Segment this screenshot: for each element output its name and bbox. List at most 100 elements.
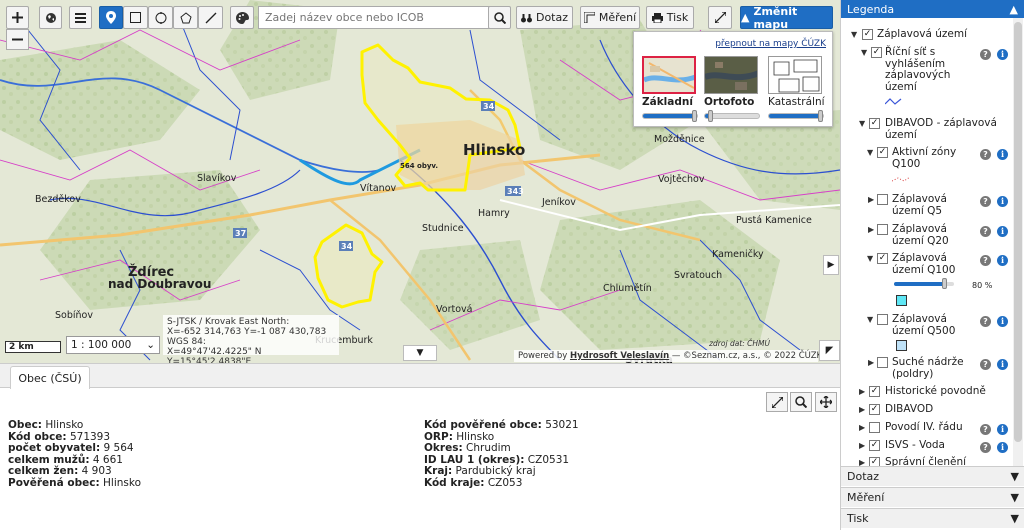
point-tool-button[interactable] (99, 6, 123, 29)
info-icon[interactable]: i (997, 442, 1008, 453)
checkbox-dibavod[interactable]: ✓ (869, 404, 880, 415)
zoom-out-button[interactable] (6, 29, 29, 50)
blue-line-legend-icon (885, 98, 902, 105)
search-button[interactable] (488, 6, 511, 29)
fullscreen-button[interactable] (708, 6, 732, 29)
info-icon[interactable]: i (997, 359, 1008, 370)
zoom-in-button[interactable] (6, 6, 29, 29)
checkbox-isvs-voda[interactable]: ✓ (869, 440, 880, 451)
info-left-column: Obec: Hlinsko Kód obce: 571393 počet obyva… (8, 419, 141, 489)
checkbox-q100[interactable]: ✓ (877, 253, 888, 264)
legend-header[interactable]: Legenda ▲ (841, 0, 1024, 18)
checkbox-zaplavova-uzemi[interactable]: ✓ (862, 29, 873, 40)
help-icon[interactable]: ? (980, 255, 991, 266)
help-icon[interactable]: ? (980, 49, 991, 60)
info-key: Pověřená obec: (8, 476, 100, 489)
basemap-zakladni-thumb[interactable] (642, 56, 696, 94)
section-dotaz[interactable]: Dotaz ▼ (841, 466, 1024, 486)
help-icon[interactable]: ? (980, 442, 991, 453)
info-icon[interactable]: i (997, 149, 1008, 160)
basemap-katastralni-thumb[interactable] (768, 56, 822, 94)
info-icon[interactable]: i (997, 255, 1008, 266)
basemap-ortofoto-thumb[interactable] (704, 56, 758, 94)
checkbox-suche-nadrze[interactable] (877, 357, 888, 368)
checkbox-q20[interactable] (877, 224, 888, 235)
section-tisk[interactable]: Tisk ▼ (841, 508, 1024, 528)
tisk-button[interactable]: Tisk (646, 6, 694, 29)
checkbox-aktivni-zony[interactable]: ✓ (877, 147, 888, 158)
info-icon[interactable]: i (997, 196, 1008, 207)
info-right-column: Kód pověřené obce: 53021 ORP: Hlinsko Okre… (424, 419, 579, 489)
checkbox-q500[interactable] (877, 314, 888, 325)
info-key: Kraj: (424, 465, 453, 477)
help-icon[interactable]: ? (980, 149, 991, 160)
checkbox-ricni-sit[interactable]: ✓ (871, 47, 882, 58)
checkbox-spravni-cleneni[interactable]: ✓ (869, 457, 880, 466)
caret-right-icon[interactable]: ▶ (868, 358, 874, 367)
caret-right-icon[interactable]: ▶ (859, 441, 865, 450)
sidebar-toggle[interactable]: ▶ (823, 255, 839, 275)
caret-right-icon[interactable]: ▶ (868, 195, 874, 204)
caret-down-icon[interactable]: ▼ (859, 119, 865, 128)
circle-tool-button[interactable] (148, 6, 173, 29)
mereni-label: Měření (598, 11, 637, 24)
cuzk-switch-link[interactable]: přepnout na mapy ČÚZK (715, 39, 826, 49)
dotaz-button[interactable]: Dotaz (516, 6, 573, 29)
caret-down-icon[interactable]: ▼ (867, 315, 873, 324)
scale-select[interactable]: 1 : 100 000 ⌄ (66, 336, 160, 354)
map-canvas[interactable]: Hlinsko Ždírec nad Doubravou Slavíkov Ví… (0, 0, 840, 363)
help-icon[interactable]: ? (980, 226, 991, 237)
slider-knob[interactable] (942, 278, 947, 289)
ortofoto-opacity-slider[interactable] (704, 110, 760, 122)
menu-button[interactable] (69, 6, 92, 29)
bottom-panel-toggle[interactable]: ▼ (403, 345, 437, 361)
info-icon[interactable]: i (997, 226, 1008, 237)
checkbox-historicke-povodne[interactable]: ✓ (869, 386, 880, 397)
rectangle-tool-button[interactable] (123, 6, 148, 29)
svg-text:343: 343 (507, 187, 524, 196)
help-icon[interactable]: ? (980, 359, 991, 370)
circle-icon (155, 11, 166, 24)
caret-right-icon[interactable]: ▶ (859, 423, 865, 432)
legend-item-label: Aktivní zóny Q100 (892, 146, 957, 170)
caret-right-icon[interactable]: ▶ (868, 225, 874, 234)
polygon-tool-button[interactable] (173, 6, 198, 29)
checkbox-povodi-iv[interactable] (869, 422, 880, 433)
zoom-to-feature-button[interactable] (790, 392, 812, 412)
scrollbar-thumb[interactable] (1014, 22, 1022, 442)
legend-scrollbar[interactable] (1013, 18, 1023, 466)
info-icon[interactable]: i (997, 424, 1008, 435)
caret-down-icon[interactable]: ▼ (867, 148, 873, 157)
caret-right-icon[interactable]: ▶ (859, 458, 865, 466)
zakladni-opacity-slider[interactable] (642, 110, 698, 122)
panel-expand-button[interactable] (766, 392, 788, 412)
caret-down-icon[interactable]: ▼ (867, 254, 873, 263)
info-icon[interactable]: i (997, 49, 1008, 60)
caret-down-icon[interactable]: ▼ (861, 48, 867, 57)
svg-text:Vortová: Vortová (436, 304, 472, 315)
caret-down-icon: ▼ (1010, 470, 1019, 483)
tab-obec-csu[interactable]: Obec (ČSÚ) (10, 366, 90, 389)
globe-button[interactable] (39, 6, 62, 29)
checkbox-q5[interactable] (877, 194, 888, 205)
layers-button[interactable] (230, 6, 254, 29)
corner-arrow-icon: ◤ (825, 345, 834, 356)
caret-right-icon[interactable]: ▶ (859, 387, 865, 396)
help-icon[interactable]: ? (980, 316, 991, 327)
pan-to-feature-button[interactable] (815, 392, 837, 412)
section-mereni[interactable]: Měření ▼ (841, 487, 1024, 507)
line-tool-button[interactable] (198, 6, 223, 29)
info-icon[interactable]: i (997, 316, 1008, 327)
search-input[interactable] (258, 6, 490, 29)
resize-corner[interactable]: ◤ (819, 340, 840, 361)
help-icon[interactable]: ? (980, 424, 991, 435)
help-icon[interactable]: ? (980, 196, 991, 207)
legend-title: Legenda (847, 2, 895, 16)
katastralni-opacity-slider[interactable] (768, 110, 824, 122)
caret-down-icon[interactable]: ▼ (851, 30, 857, 39)
change-map-button[interactable]: ▲ Změnit mapu (740, 5, 833, 31)
checkbox-dibavod-zaplavova[interactable]: ✓ (869, 118, 880, 129)
caret-right-icon[interactable]: ▶ (859, 405, 865, 414)
svg-text:Chlumětín: Chlumětín (603, 283, 652, 294)
mereni-button[interactable]: Měření (580, 6, 640, 29)
